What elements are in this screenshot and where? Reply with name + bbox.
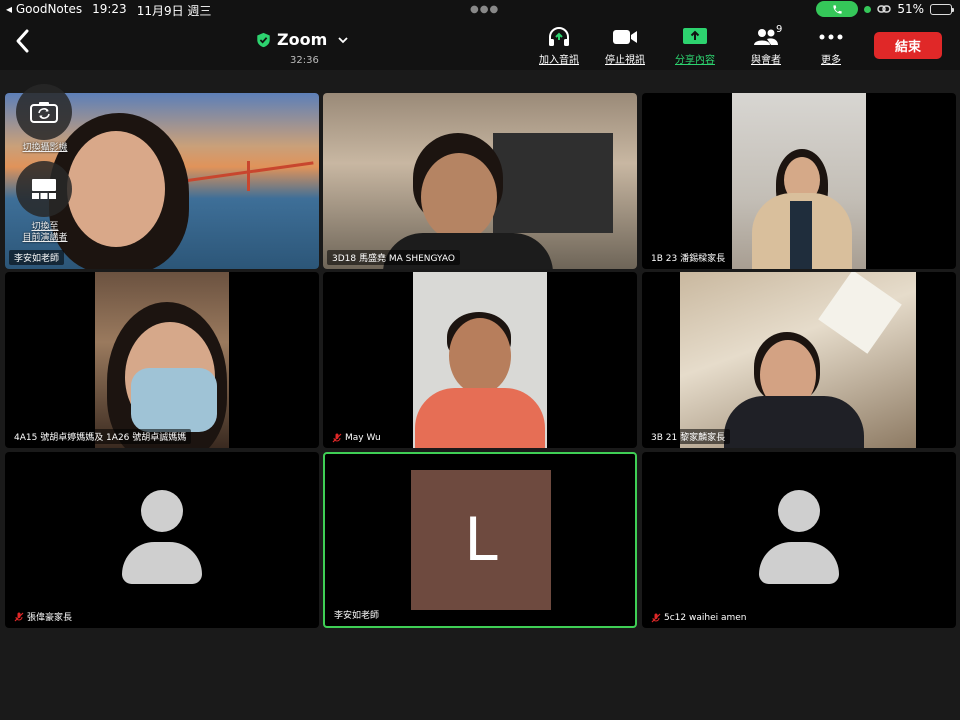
meeting-title: Zoom [277, 30, 328, 49]
participant-name: 張偉豪家長 [9, 609, 78, 624]
video-tile[interactable]: 4A15 號胡卓婷媽媽及 1A26 號胡卓誠媽媽 [5, 272, 319, 448]
switch-camera-label: 切換攝影機 [22, 143, 68, 153]
status-date: 11月9日 週三 [136, 4, 212, 18]
participant-name: 李安如老師 [9, 250, 65, 265]
more-label: 更多 [821, 55, 841, 66]
stop-video-label: 停止視訊 [605, 55, 645, 66]
chevron-down-icon [338, 36, 348, 43]
participant-name: 1B 23 潘錫樑家長 [646, 250, 731, 265]
shield-check-icon [257, 32, 270, 47]
switch-speaker-view-label: 切換至 目前演講者 [22, 222, 68, 243]
share-screen-icon [683, 28, 707, 44]
switch-camera-button[interactable] [16, 84, 72, 140]
stop-video-button[interactable]: 停止視訊 [600, 26, 650, 66]
meeting-toolbar: Zoom 32:36 加入音訊 停止視訊 分享內容 9 與會者 更多 結束 [0, 20, 960, 70]
back-chevron-icon[interactable] [12, 28, 34, 54]
participant-name: 3B 21 黎家麟家長 [646, 429, 731, 444]
join-audio-label: 加入音訊 [539, 55, 579, 66]
join-audio-button[interactable]: 加入音訊 [534, 26, 584, 66]
participant-name: May Wu [327, 432, 386, 444]
avatar-placeholder-icon [117, 490, 207, 590]
status-time: 19:23 [92, 2, 127, 16]
status-bar: ◂ GoodNotes 19:23 11月9日 週三 ●●● 51% [0, 0, 960, 20]
active-speaker-tile[interactable]: L 李安如老師 [323, 452, 637, 628]
meeting-timer: 32:36 [290, 55, 319, 66]
participants-label: 與會者 [751, 55, 781, 66]
avatar: L [411, 470, 551, 610]
multitasking-dots-icon[interactable]: ●●● [470, 4, 499, 15]
more-icon [819, 34, 843, 40]
video-tile[interactable]: May Wu [323, 272, 637, 448]
mic-muted-icon [14, 612, 24, 621]
participant-name: 3D18 馬盛堯 MA SHENGYAO [327, 250, 460, 265]
video-tile[interactable]: 3D18 馬盛堯 MA SHENGYAO [323, 93, 637, 269]
camera-in-use-dot [864, 5, 872, 13]
video-tile[interactable]: 3B 21 黎家麟家長 [642, 272, 956, 448]
headphones-icon [549, 27, 569, 46]
video-camera-icon [613, 30, 637, 44]
back-to-app-link[interactable]: ◂ GoodNotes [6, 2, 82, 19]
mic-muted-icon [332, 433, 342, 443]
call-indicator-pill[interactable] [816, 1, 859, 17]
participants-button[interactable]: 9 與會者 [741, 24, 791, 66]
share-content-label: 分享內容 [675, 55, 715, 66]
participant-video [413, 272, 547, 448]
share-content-button[interactable]: 分享內容 [670, 26, 720, 66]
participant-name: 李安如老師 [329, 607, 385, 622]
end-meeting-button[interactable]: 結束 [874, 32, 942, 59]
phone-icon [833, 4, 842, 14]
battery-icon [930, 3, 954, 15]
participant-count-badge: 9 [776, 24, 783, 35]
video-tile[interactable]: 1B 23 潘錫樑家長 [642, 93, 956, 269]
participant-name: 5c12 waihei amen [646, 612, 752, 624]
video-tile[interactable]: 張偉豪家長 [5, 452, 319, 628]
participant-name: 4A15 號胡卓婷媽媽及 1A26 號胡卓誠媽媽 [9, 429, 192, 444]
mic-muted-icon [651, 613, 661, 623]
participant-video [323, 93, 637, 269]
participant-video [732, 93, 866, 269]
link-icon [877, 5, 892, 13]
meeting-title-area[interactable]: Zoom 32:36 [256, 30, 356, 66]
video-tile[interactable]: 5c12 waihei amen [642, 452, 956, 628]
camera-switch-icon [30, 102, 58, 123]
avatar-placeholder-icon [754, 490, 844, 590]
speaker-view-icon [32, 179, 56, 199]
participant-video [95, 272, 229, 448]
more-button[interactable]: 更多 [806, 26, 856, 66]
participant-video [680, 272, 916, 448]
battery-percent: 51% [897, 2, 924, 16]
switch-speaker-view-button[interactable] [16, 161, 72, 217]
